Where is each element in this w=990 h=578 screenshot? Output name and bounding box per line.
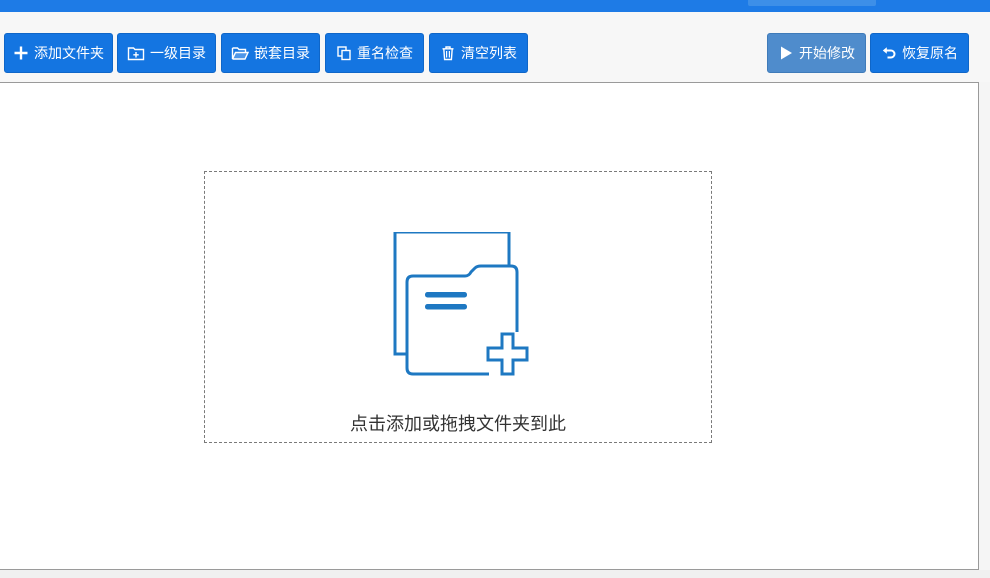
undo-icon	[882, 47, 896, 59]
top-bar-tab[interactable]	[748, 0, 876, 6]
clear-list-button[interactable]: 清空列表	[429, 33, 528, 73]
level1-directory-label: 一级目录	[150, 46, 206, 62]
drop-zone[interactable]: 点击添加或拖拽文件夹到此	[204, 171, 712, 443]
folder-plus-illustration-icon	[393, 232, 529, 376]
copy-icon	[337, 46, 351, 61]
window-top-bar	[0, 0, 990, 12]
clear-list-label: 清空列表	[461, 46, 517, 62]
drop-zone-hint: 点击添加或拖拽文件夹到此	[350, 414, 566, 435]
trash-icon	[442, 46, 454, 61]
start-modify-button[interactable]: 开始修改	[767, 33, 866, 73]
duplicate-check-button[interactable]: 重名检查	[325, 33, 424, 73]
nested-directory-label: 嵌套目录	[254, 46, 310, 62]
level1-directory-button[interactable]: 一级目录	[117, 33, 216, 73]
duplicate-check-label: 重名检查	[357, 46, 413, 62]
play-icon	[781, 46, 792, 60]
add-folder-button[interactable]: 添加文件夹	[4, 33, 113, 73]
restore-names-label: 恢复原名	[902, 46, 958, 62]
folder-add-icon	[127, 47, 145, 61]
start-modify-label: 开始修改	[799, 46, 855, 62]
folder-open-icon	[231, 47, 249, 60]
toolbar: 添加文件夹 一级目录 嵌套目录 重名检查 清空列表 开始修改 恢复原名	[0, 12, 990, 82]
plus-icon	[14, 46, 28, 60]
restore-names-button[interactable]: 恢复原名	[870, 33, 969, 73]
add-folder-label: 添加文件夹	[34, 46, 104, 62]
folder-list-area[interactable]: 点击添加或拖拽文件夹到此	[0, 82, 979, 570]
nested-directory-button[interactable]: 嵌套目录	[221, 33, 320, 73]
status-strip	[0, 570, 990, 578]
